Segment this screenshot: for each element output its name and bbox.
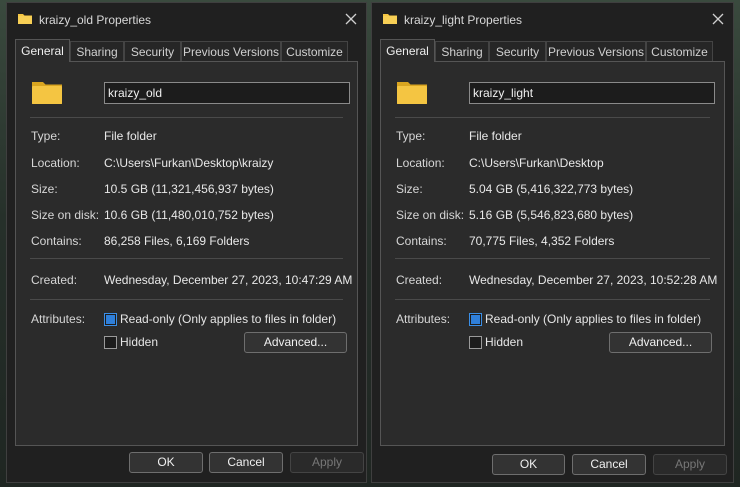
divider bbox=[30, 117, 343, 118]
tab-customize[interactable]: Customize bbox=[646, 41, 713, 61]
cancel-button[interactable]: Cancel bbox=[209, 452, 283, 473]
advanced-button[interactable]: Advanced... bbox=[609, 332, 712, 353]
contains-value: 70,775 Files, 4,352 Folders bbox=[469, 234, 615, 248]
properties-dialog-kraizy-old: kraizy_old Properties General Sharing Se… bbox=[6, 2, 367, 483]
tab-sharing[interactable]: Sharing bbox=[435, 41, 489, 61]
window-title: kraizy_old Properties bbox=[39, 13, 152, 27]
tab-general[interactable]: General bbox=[15, 39, 70, 62]
folder-large-icon bbox=[32, 82, 62, 104]
folder-name-input[interactable] bbox=[104, 82, 350, 104]
size-label: Size: bbox=[31, 182, 58, 196]
type-label: Type: bbox=[396, 129, 426, 143]
created-label: Created: bbox=[31, 273, 78, 287]
close-icon bbox=[345, 13, 357, 25]
size-on-disk-value: 10.6 GB (11,480,010,752 bytes) bbox=[104, 208, 274, 222]
folder-icon bbox=[383, 14, 397, 24]
hidden-checkbox[interactable] bbox=[469, 336, 482, 349]
ok-button[interactable]: OK bbox=[492, 454, 565, 475]
title-bar[interactable]: kraizy_light Properties bbox=[372, 3, 733, 37]
size-on-disk-label: Size on disk: bbox=[396, 208, 465, 222]
type-value: File folder bbox=[469, 129, 522, 143]
apply-button[interactable]: Apply bbox=[653, 454, 727, 475]
size-on-disk-label: Size on disk: bbox=[31, 208, 100, 222]
attributes-label: Attributes: bbox=[396, 312, 451, 326]
contains-value: 86,258 Files, 6,169 Folders bbox=[104, 234, 250, 248]
location-value: C:\Users\Furkan\Desktop\kraizy bbox=[104, 156, 274, 170]
hidden-checkbox[interactable] bbox=[104, 336, 117, 349]
readonly-checkbox[interactable] bbox=[104, 313, 117, 326]
tab-previous-versions[interactable]: Previous Versions bbox=[181, 41, 281, 61]
attributes-label: Attributes: bbox=[31, 312, 86, 326]
folder-large-icon bbox=[397, 82, 427, 104]
general-panel: Type: File folder Location: C:\Users\Fur… bbox=[15, 61, 358, 446]
advanced-button[interactable]: Advanced... bbox=[244, 332, 347, 353]
tab-sharing[interactable]: Sharing bbox=[70, 41, 124, 61]
contains-label: Contains: bbox=[396, 234, 447, 248]
hidden-label[interactable]: Hidden bbox=[485, 335, 523, 349]
apply-button[interactable]: Apply bbox=[290, 452, 364, 473]
contains-label: Contains: bbox=[31, 234, 82, 248]
tab-security[interactable]: Security bbox=[489, 41, 546, 61]
close-button[interactable] bbox=[707, 8, 729, 30]
tab-security[interactable]: Security bbox=[124, 41, 181, 61]
size-label: Size: bbox=[396, 182, 423, 196]
tab-general[interactable]: General bbox=[380, 39, 435, 62]
location-label: Location: bbox=[31, 156, 80, 170]
title-bar[interactable]: kraizy_old Properties bbox=[7, 3, 366, 37]
tab-customize[interactable]: Customize bbox=[281, 41, 348, 61]
created-value: Wednesday, December 27, 2023, 10:47:29 A… bbox=[104, 273, 353, 287]
folder-name-input[interactable] bbox=[469, 82, 715, 104]
divider bbox=[395, 258, 710, 259]
close-button[interactable] bbox=[340, 8, 362, 30]
close-icon bbox=[712, 13, 724, 25]
tab-previous-versions[interactable]: Previous Versions bbox=[546, 41, 646, 61]
size-value: 5.04 GB (5,416,322,773 bytes) bbox=[469, 182, 634, 196]
cancel-button[interactable]: Cancel bbox=[572, 454, 646, 475]
hidden-label[interactable]: Hidden bbox=[120, 335, 158, 349]
size-on-disk-value: 5.16 GB (5,546,823,680 bytes) bbox=[469, 208, 634, 222]
created-label: Created: bbox=[396, 273, 443, 287]
readonly-label[interactable]: Read-only (Only applies to files in fold… bbox=[485, 312, 701, 326]
location-value: C:\Users\Furkan\Desktop bbox=[469, 156, 604, 170]
size-value: 10.5 GB (11,321,456,937 bytes) bbox=[104, 182, 274, 196]
divider bbox=[30, 299, 343, 300]
window-title: kraizy_light Properties bbox=[404, 13, 523, 27]
readonly-checkbox[interactable] bbox=[469, 313, 482, 326]
properties-dialog-kraizy-light: kraizy_light Properties General Sharing … bbox=[371, 2, 734, 483]
divider bbox=[395, 299, 710, 300]
divider bbox=[395, 117, 710, 118]
created-value: Wednesday, December 27, 2023, 10:52:28 A… bbox=[469, 273, 718, 287]
ok-button[interactable]: OK bbox=[129, 452, 203, 473]
readonly-label[interactable]: Read-only (Only applies to files in fold… bbox=[120, 312, 336, 326]
general-panel: Type: File folder Location: C:\Users\Fur… bbox=[380, 61, 725, 446]
location-label: Location: bbox=[396, 156, 445, 170]
type-value: File folder bbox=[104, 129, 157, 143]
divider bbox=[30, 258, 343, 259]
type-label: Type: bbox=[31, 129, 61, 143]
folder-icon bbox=[18, 14, 32, 24]
